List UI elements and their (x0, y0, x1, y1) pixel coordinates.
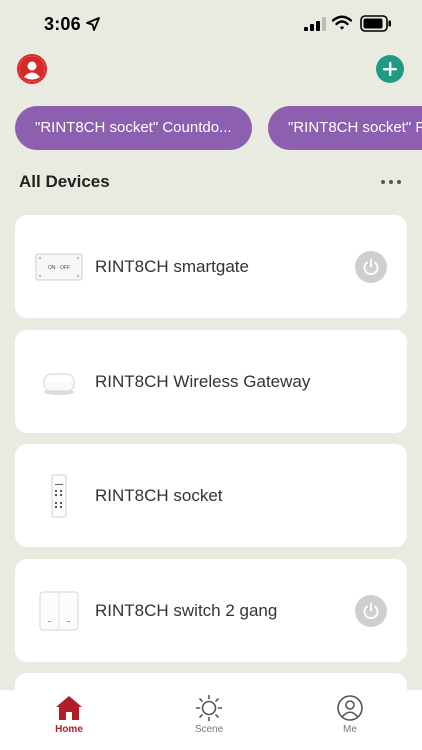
bottom-tab-bar: Home Scene Me (0, 690, 422, 750)
tab-home[interactable]: Home (29, 694, 109, 742)
status-time: 3:06 (44, 14, 81, 34)
tab-label: Home (55, 724, 83, 735)
smartgate-image-label: ON · OFF (48, 265, 70, 271)
sun-icon (195, 694, 223, 722)
power-toggle-button[interactable] (355, 251, 387, 283)
device-name: RINT8CH switch 2 gang (95, 601, 278, 620)
tab-scene[interactable]: Scene (169, 694, 249, 742)
device-name: RINT8CH socket (95, 486, 223, 505)
user-avatar-icon (19, 56, 45, 82)
power-toggle-button[interactable] (355, 595, 387, 627)
switch-device-image (35, 589, 83, 633)
power-icon (363, 602, 379, 620)
section-title: All Devices (19, 172, 110, 191)
scene-shortcuts: "RINT8CH socket" Countdo... "RINT8CH soc… (0, 106, 422, 150)
cellular-signal-icon (304, 17, 326, 31)
gateway-device-image (35, 360, 83, 404)
device-card[interactable]: RINT8CH switch 2 gang (15, 559, 407, 662)
home-icon (56, 696, 82, 720)
scene-chip[interactable]: "RINT8CH socket" Countdo... (15, 106, 252, 150)
tab-label: Me (343, 724, 357, 735)
scene-chip[interactable]: "RINT8CH socket" P (268, 106, 422, 150)
status-bar: 3:06 (0, 0, 422, 50)
device-card[interactable]: RINT8CH Wireless Gateway (15, 330, 407, 433)
smartgate-device-image: ON · OFF (35, 245, 83, 289)
more-options-icon[interactable] (378, 172, 404, 192)
tab-me[interactable]: Me (310, 694, 390, 742)
battery-icon (360, 15, 391, 32)
device-card[interactable]: RINT8CH socket (15, 444, 407, 547)
socket-device-image (35, 474, 83, 518)
location-arrow-icon (86, 17, 100, 31)
plus-icon (383, 62, 397, 76)
tab-label: Scene (194, 724, 224, 735)
person-icon (337, 695, 363, 721)
device-name: RINT8CH smartgate (95, 257, 249, 276)
profile-avatar-button[interactable] (17, 54, 47, 84)
wifi-icon (332, 15, 352, 30)
device-name: RINT8CH Wireless Gateway (95, 372, 311, 391)
device-card[interactable]: ON · OFF RINT8CH smartgate (15, 215, 407, 318)
add-device-button[interactable] (376, 55, 404, 83)
power-icon (363, 258, 379, 276)
